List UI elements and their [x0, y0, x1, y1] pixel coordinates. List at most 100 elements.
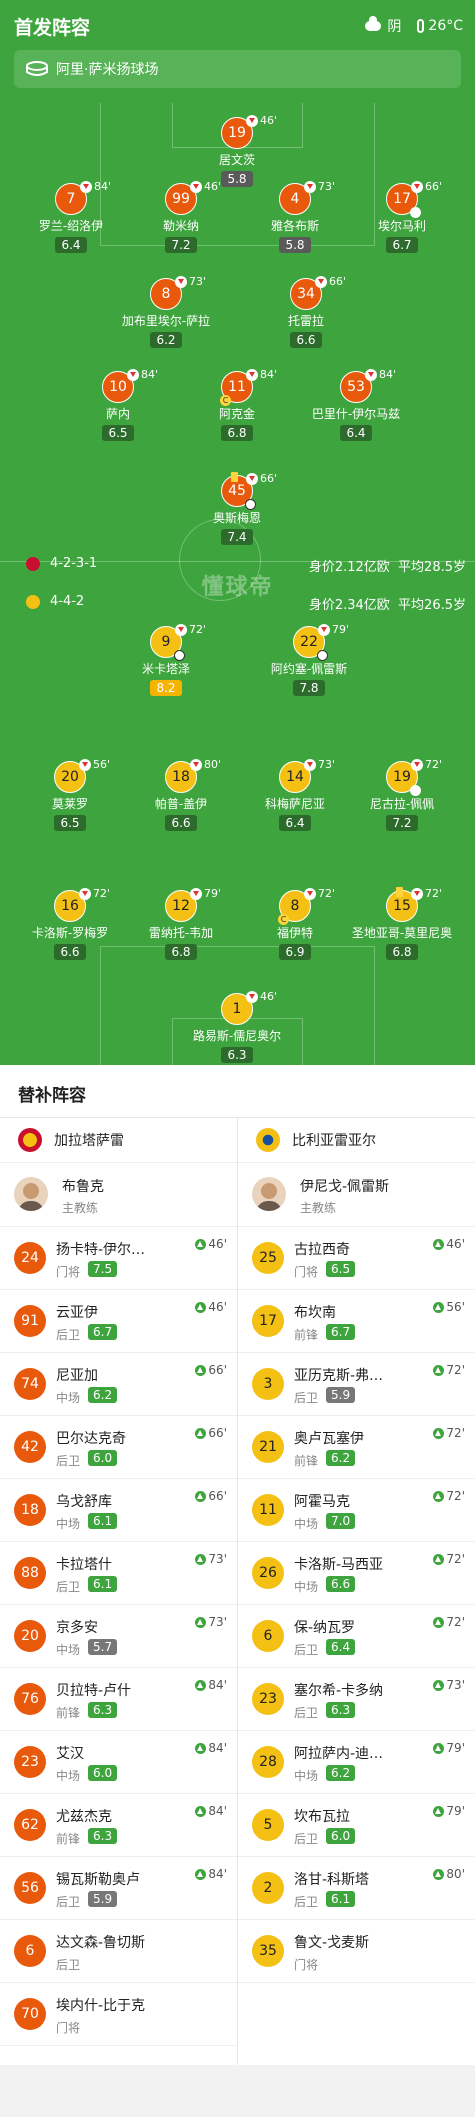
- away-player[interactable]: 9 72' 米卡塔泽 8.2: [106, 623, 226, 696]
- player-name: 勒米纳: [162, 219, 199, 233]
- sub-on-time: 72': [433, 1552, 465, 1566]
- away-player[interactable]: 19 72' 尼古拉-佩佩 7.2: [342, 758, 462, 831]
- sub-on-time: 79': [433, 1741, 465, 1755]
- substitute-row[interactable]: 23 艾汉 中场 6.0 84': [0, 1731, 237, 1794]
- substitute-row[interactable]: 11 阿霍马克 中场 7.0 72': [238, 1479, 475, 1542]
- away-team-row[interactable]: 比利亚雷亚尔: [238, 1117, 475, 1163]
- sub-on-icon: [195, 1805, 207, 1817]
- away-player[interactable]: 22 79' 阿约塞-佩雷斯 7.8: [249, 623, 369, 696]
- substitute-row[interactable]: 23 塞尔希-卡多纳 后卫 6.3 73': [238, 1668, 475, 1731]
- substitute-row[interactable]: 26 卡洛斯-马西亚 中场 6.6 72': [238, 1542, 475, 1605]
- home-player[interactable]: 10 84' 萨内 6.5: [58, 368, 178, 441]
- substitute-row[interactable]: 24 扬卡特-伊尔… 门将 7.5 46': [0, 1227, 237, 1290]
- player-number: 7: [66, 191, 76, 207]
- player-number: 8: [161, 286, 171, 302]
- substitute-number: 76: [14, 1683, 46, 1715]
- substitute-position: 后卫: [294, 1832, 319, 1846]
- substitute-row[interactable]: 74 尼亚加 中场 6.2 66': [0, 1353, 237, 1416]
- sub-off-icon: [79, 887, 91, 900]
- player-number-badge: 16 72': [54, 887, 110, 922]
- stadium-bar[interactable]: 阿里·萨米扬球场: [14, 50, 461, 88]
- home-player[interactable]: 53 84' 巴里什-伊尔马兹 6.4: [296, 368, 416, 441]
- home-player[interactable]: 8 73' 加布里埃尔-萨拉 6.2: [106, 275, 226, 348]
- substitute-row[interactable]: 28 阿拉萨内-迪… 中场 6.2 79': [238, 1731, 475, 1794]
- away-coach[interactable]: 伊尼戈-佩雷斯 主教练: [238, 1163, 475, 1227]
- home-player[interactable]: 19 46' 居文茨 5.8: [177, 114, 297, 187]
- substitute-row[interactable]: 88 卡拉塔什 后卫 6.1 73': [0, 1542, 237, 1605]
- substitute-number: 2: [252, 1872, 284, 1904]
- home-player[interactable]: 11 84' C 阿克金 6.8: [177, 368, 297, 441]
- home-player[interactable]: 7 84' 罗兰-绍洛伊 6.4: [11, 180, 131, 253]
- substitute-number: 35: [252, 1935, 284, 1967]
- substitute-row[interactable]: 20 京多安 中场 5.7 73': [0, 1605, 237, 1668]
- player-number-badge: 15 72': [386, 887, 442, 922]
- substitute-row[interactable]: 25 古拉西奇 门将 6.5 46': [238, 1227, 475, 1290]
- substitute-row[interactable]: 2 洛甘-科斯塔 后卫 6.1 80': [238, 1857, 475, 1920]
- substitute-row[interactable]: 21 奥卢瓦塞伊 前锋 6.2 72': [238, 1416, 475, 1479]
- home-team-logo: [26, 557, 40, 571]
- substitute-row[interactable]: 6 达文森-鲁切斯 后卫: [0, 1920, 237, 1983]
- stadium-icon: [26, 61, 48, 76]
- substitute-number: 3: [252, 1368, 284, 1400]
- player-number-badge: 53 84': [340, 368, 396, 403]
- player-rating: 6.5: [102, 425, 134, 441]
- player-name: 加布里埃尔-萨拉: [121, 314, 211, 328]
- sub-on-icon: [433, 1742, 445, 1754]
- substitute-row[interactable]: 3 亚历克斯-弗… 后卫 5.9 72': [238, 1353, 475, 1416]
- sub-on-icon: [195, 1490, 207, 1502]
- substitute-row[interactable]: 76 贝拉特-卢什 前锋 6.3 84': [0, 1668, 237, 1731]
- player-number-badge: 8 72' C: [278, 887, 335, 925]
- away-player[interactable]: 12 79' 雷纳托-韦加 6.8: [121, 887, 241, 960]
- substitute-row[interactable]: 42 巴尔达克奇 后卫 6.0 66': [0, 1416, 237, 1479]
- sub-off-time: 66': [411, 180, 442, 193]
- home-player[interactable]: 4 73' 雅各布斯 5.8: [235, 180, 355, 253]
- substitute-row[interactable]: 6 保-纳瓦罗 后卫 6.4 72': [238, 1605, 475, 1668]
- away-player[interactable]: 16 72' 卡洛斯-罗梅罗 6.6: [10, 887, 130, 960]
- player-number: 15: [393, 898, 411, 914]
- substitute-number: 5: [252, 1809, 284, 1841]
- away-player[interactable]: 8 72' C 福伊特 6.9: [235, 887, 355, 960]
- home-coach[interactable]: 布鲁克 主教练: [0, 1163, 237, 1227]
- substitute-position: 前锋: [294, 1328, 319, 1342]
- sub-on-icon: [433, 1364, 445, 1376]
- player-name: 阿约塞-佩雷斯: [270, 662, 348, 676]
- substitute-row[interactable]: 62 尤兹杰克 前锋 6.3 84': [0, 1794, 237, 1857]
- home-player[interactable]: 99 46' 勒米纳 7.2: [121, 180, 241, 253]
- away-player[interactable]: 14 73' 科梅萨尼亚 6.4: [235, 758, 355, 831]
- player-rating: 7.2: [165, 237, 197, 253]
- substitute-rating: 6.4: [326, 1639, 356, 1655]
- substitute-row[interactable]: 70 埃内什-比于克 门将: [0, 1983, 237, 2046]
- substitute-rating: 6.7: [88, 1324, 118, 1340]
- away-player[interactable]: 15 72' 圣地亚哥-莫里尼奥 6.8: [342, 887, 462, 960]
- substitute-position: 前锋: [56, 1706, 81, 1720]
- away-player[interactable]: 18 80' 帕普-盖伊 6.6: [121, 758, 241, 831]
- home-player[interactable]: 17 66' 埃尔马利 6.7: [342, 180, 462, 253]
- away-player[interactable]: 1 46' 路易斯-儒尼奥尔 6.3: [177, 990, 297, 1063]
- substitute-row[interactable]: 5 坎布瓦拉 后卫 6.0 79': [238, 1794, 475, 1857]
- home-player[interactable]: 34 66' 托雷拉 6.6: [246, 275, 366, 348]
- player-name: 埃尔马利: [377, 219, 426, 233]
- substitute-row[interactable]: 91 云亚伊 后卫 6.7 46': [0, 1290, 237, 1353]
- player-name: 莫莱罗: [51, 797, 88, 811]
- away-player[interactable]: 20 56' 莫莱罗 6.5: [10, 758, 130, 831]
- substitute-position: 后卫: [294, 1391, 319, 1405]
- substitute-position: 门将: [294, 1265, 319, 1279]
- player-number: 16: [61, 898, 79, 914]
- substitute-position: 门将: [56, 1265, 81, 1279]
- substitute-rating: 5.9: [326, 1387, 356, 1403]
- sub-off-icon: [190, 887, 202, 900]
- home-team-name: 加拉塔萨雷: [54, 1132, 124, 1149]
- substitute-name: 洛甘-科斯塔: [294, 1872, 370, 1888]
- home-team-row[interactable]: 加拉塔萨雷: [0, 1117, 237, 1163]
- coach-role: 主教练: [300, 1201, 337, 1215]
- sub-on-icon: [433, 1301, 445, 1313]
- substitute-row[interactable]: 35 鲁文-戈麦斯 门将: [238, 1920, 475, 1983]
- substitute-row[interactable]: 56 锡瓦斯勒奥卢 后卫 5.9 84': [0, 1857, 237, 1920]
- substitute-position: 中场: [56, 1517, 81, 1531]
- player-number: 99: [172, 191, 190, 207]
- home-player[interactable]: 45 66' 奥斯梅恩 7.4: [177, 472, 297, 545]
- captain-icon: C: [278, 914, 289, 925]
- sub-off-time: 73': [175, 275, 206, 288]
- substitute-row[interactable]: 17 布坎南 前锋 6.7 56': [238, 1290, 475, 1353]
- substitute-row[interactable]: 18 乌戈舒库 中场 6.1 66': [0, 1479, 237, 1542]
